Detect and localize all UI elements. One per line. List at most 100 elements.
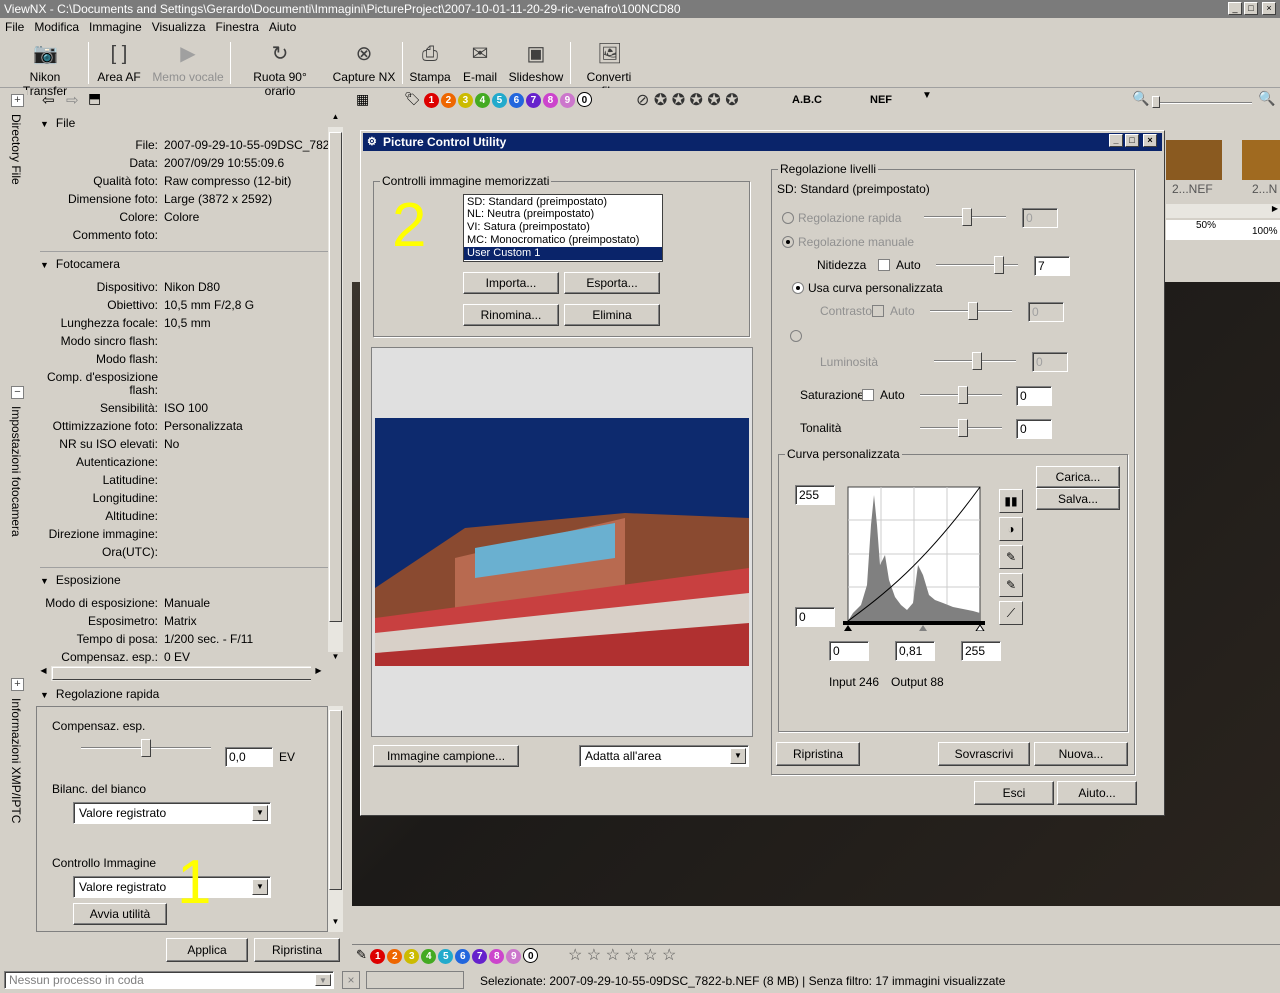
info-hscrollbar[interactable]: ◀ ▶ — [36, 666, 326, 681]
folder-up-icon[interactable]: ⬒ — [88, 90, 101, 107]
section-file[interactable]: File — [40, 116, 75, 130]
close-button[interactable]: × — [1262, 2, 1276, 15]
hue-field[interactable]: 0 — [1016, 419, 1052, 439]
eyedropper-icon[interactable]: ✎ — [999, 545, 1023, 569]
list-item[interactable]: MC: Monocromatico (preimpostato) — [464, 234, 662, 247]
pc-select[interactable]: Valore registrato ▼ — [73, 876, 271, 898]
chevron-down-icon[interactable]: ▼ — [922, 90, 932, 101]
export-button[interactable]: Esporta... — [564, 272, 660, 294]
menu-aiuto[interactable]: Aiuto — [264, 18, 301, 36]
brightness-slider[interactable] — [934, 352, 1016, 370]
label-filter[interactable]: 🏷 1234567890 — [404, 91, 594, 108]
sharp-slider[interactable] — [936, 256, 1018, 274]
brightness-field[interactable]: 0 — [1032, 352, 1068, 372]
hue-slider[interactable] — [920, 419, 1002, 437]
minimize-button[interactable]: _ — [1109, 134, 1123, 147]
format-filter[interactable]: NEF — [870, 94, 892, 106]
rotate-button[interactable]: ↻ Ruota 90° orario — [238, 40, 322, 98]
thumb-scrollbar[interactable]: ▶ — [1166, 204, 1280, 218]
area-af-button[interactable]: [ ] Area AF — [96, 40, 142, 84]
overwrite-button[interactable]: Sovrascrivi — [938, 742, 1030, 766]
label-setter[interactable]: ✎ 1234567890 — [356, 947, 540, 964]
sharp-field[interactable]: 7 — [1034, 256, 1070, 276]
zoom-out-icon[interactable]: 🔍 — [1132, 90, 1149, 107]
quick-scrollbar[interactable]: ▼ — [328, 706, 343, 932]
picture-control-list[interactable]: SD: Standard (preimpostato) NL: Neutra (… — [463, 194, 663, 262]
exit-button[interactable]: Esci — [974, 781, 1054, 805]
close-button[interactable]: × — [1143, 134, 1157, 147]
section-exposure[interactable]: Esposizione — [40, 573, 121, 587]
sat-auto-check[interactable] — [862, 389, 874, 401]
input-low-field[interactable]: 0 — [829, 641, 869, 661]
curve-graph[interactable] — [843, 485, 985, 631]
comp-slider[interactable] — [81, 739, 211, 757]
channel-icon[interactable]: ◑ — [999, 517, 1023, 541]
load-button[interactable]: Carica... — [1036, 466, 1120, 488]
zoom-slider[interactable] — [1152, 96, 1252, 108]
histogram-icon[interactable]: ▮▮ — [999, 489, 1023, 513]
zoom-in-icon[interactable]: 🔍 — [1258, 90, 1275, 107]
forward-arrow-icon[interactable]: ⇨ — [66, 91, 79, 109]
hscroll-thumb[interactable] — [52, 667, 314, 680]
list-item-selected[interactable]: User Custom 1 — [464, 247, 662, 260]
scroll-thumb[interactable] — [329, 132, 342, 622]
eyedropper-icon[interactable]: ✎ — [999, 573, 1023, 597]
slideshow-button[interactable]: ▣ Slideshow — [508, 40, 564, 84]
email-button[interactable]: ✉ E-mail — [460, 40, 500, 84]
launch-utility-button[interactable]: Avvia utilità — [73, 903, 167, 925]
zoom-scale[interactable]: 50% 100% — [1166, 220, 1280, 240]
scroll-right-icon[interactable]: ▶ — [1272, 204, 1278, 213]
import-button[interactable]: Importa... — [463, 272, 559, 294]
sharp-auto-check[interactable] — [878, 259, 890, 271]
output-low-field[interactable]: 0 — [795, 607, 835, 627]
scroll-down-icon[interactable]: ▼ — [328, 652, 343, 667]
grid-view-icon[interactable]: ▦ — [356, 91, 369, 108]
menu-finestra[interactable]: Finestra — [211, 18, 264, 36]
quick-slider[interactable] — [924, 208, 1006, 226]
list-item[interactable]: VI: Satura (preimpostato) — [464, 221, 662, 234]
print-button[interactable]: ⎙ Stampa — [408, 40, 452, 84]
input-high-field[interactable]: 255 — [961, 641, 1001, 661]
memo-vocale-button[interactable]: ▶ Memo vocale — [152, 40, 224, 84]
minimize-button[interactable]: _ — [1228, 2, 1242, 15]
queue-select[interactable]: Nessun processo in coda ▼ — [4, 971, 334, 989]
output-high-field[interactable]: 255 — [795, 485, 835, 505]
capture-nx-button[interactable]: ⊗ Capture NX — [332, 40, 396, 84]
expand-icon[interactable]: + — [11, 94, 24, 107]
abc-sort[interactable]: A.B.C — [792, 94, 822, 106]
thumbnail-image[interactable] — [1166, 140, 1222, 180]
section-camera[interactable]: Fotocamera — [40, 257, 120, 271]
scroll-up-icon[interactable]: ▲ — [328, 112, 343, 127]
custom-curve-radio[interactable] — [792, 282, 804, 294]
rating-setter[interactable]: ☆ ☆ ☆ ☆ ☆ ☆ — [568, 945, 676, 965]
scroll-left-icon[interactable]: ◀ — [36, 666, 51, 681]
quick-radio[interactable] — [782, 212, 794, 224]
list-item[interactable]: SD: Standard (preimpostato) — [464, 195, 662, 208]
new-button[interactable]: Nuova... — [1034, 742, 1128, 766]
cb-radio[interactable] — [790, 330, 802, 342]
menu-modifica[interactable]: Modifica — [29, 18, 84, 36]
delete-button[interactable]: Elimina — [564, 304, 660, 326]
maximize-button[interactable]: □ — [1125, 134, 1139, 147]
contrast-field[interactable]: 0 — [1028, 302, 1064, 322]
cancel-icon[interactable]: × — [342, 971, 360, 989]
side-tab-xmp[interactable]: + Informazioni XMP/IPTC — [3, 674, 27, 964]
comp-field[interactable]: 0,0 — [225, 747, 273, 767]
scroll-thumb[interactable] — [329, 710, 342, 890]
scroll-right-icon[interactable]: ▶ — [311, 666, 326, 681]
saturation-slider[interactable] — [920, 386, 1002, 404]
info-scrollbar[interactable]: ▲ ▼ — [328, 112, 343, 667]
sample-image-button[interactable]: Immagine campione... — [373, 745, 519, 767]
gamma-field[interactable]: 0,81 — [895, 641, 935, 661]
expand-icon[interactable]: + — [11, 678, 24, 691]
quick-field[interactable]: 0 — [1022, 208, 1058, 228]
reset-button[interactable]: Ripristina — [254, 938, 340, 962]
rating-filter[interactable]: ⊘ ✪ ✪ ✪ ✪ ✪ — [636, 90, 739, 110]
list-item[interactable]: NL: Neutra (preimpostato) — [464, 208, 662, 221]
wb-select[interactable]: Valore registrato ▼ — [73, 802, 271, 824]
contrast-slider[interactable] — [930, 302, 1012, 320]
menu-visualizza[interactable]: Visualizza — [147, 18, 211, 36]
maximize-button[interactable]: □ — [1244, 2, 1258, 15]
help-button[interactable]: Aiuto... — [1057, 781, 1137, 805]
menu-file[interactable]: File — [0, 18, 29, 36]
